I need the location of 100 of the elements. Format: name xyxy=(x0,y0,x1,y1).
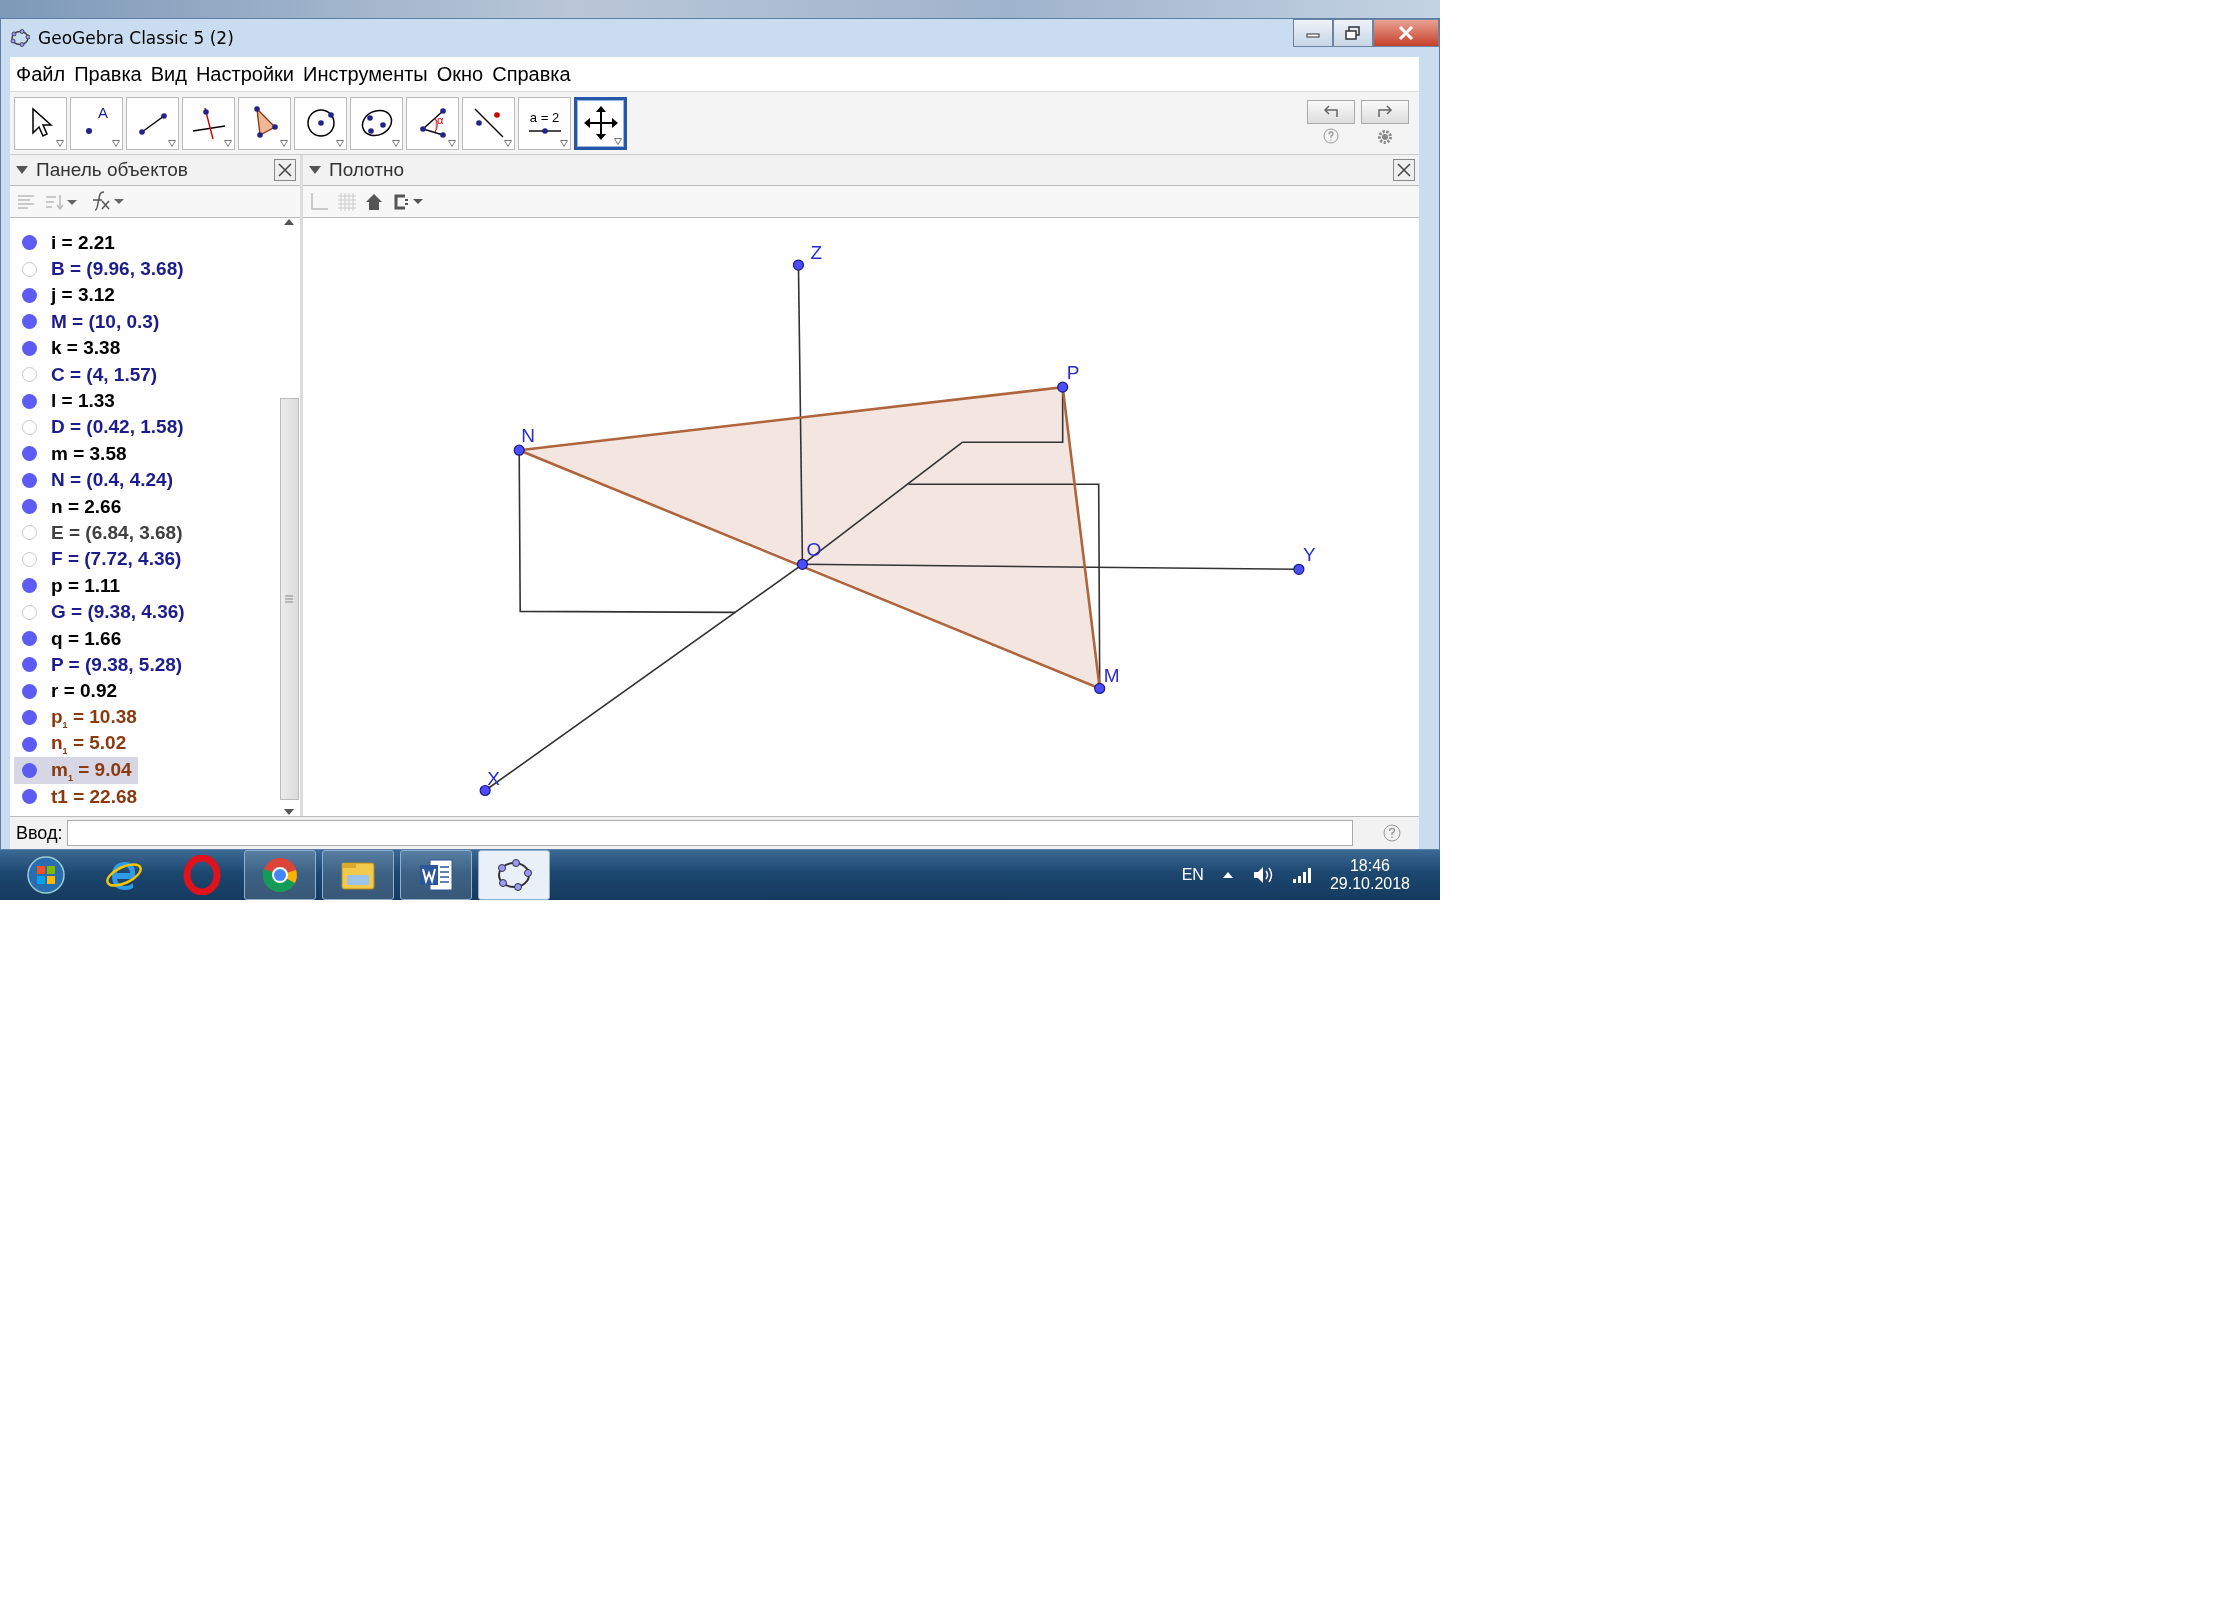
show-hidden-icons-icon[interactable] xyxy=(1221,871,1234,879)
menu-item[interactable]: Правка xyxy=(74,62,142,86)
point-marker[interactable] xyxy=(1094,683,1106,695)
clock-time[interactable]: 18:46 xyxy=(1349,857,1390,875)
visibility-dot[interactable] xyxy=(22,683,37,699)
object-row[interactable]: t1 = 22.68 xyxy=(14,783,144,811)
visibility-dot[interactable] xyxy=(22,472,37,488)
circle-tool-button[interactable] xyxy=(294,96,347,150)
language-indicator[interactable]: EN xyxy=(1181,866,1204,884)
taskbar-app-button[interactable] xyxy=(478,850,550,900)
point-marker[interactable] xyxy=(513,445,525,457)
visibility-dot[interactable] xyxy=(22,657,37,673)
menu-item[interactable]: Файл xyxy=(16,62,66,86)
menu-item[interactable]: Инструменты xyxy=(303,62,428,86)
undo-button[interactable] xyxy=(1307,100,1355,125)
point-marker[interactable] xyxy=(792,259,805,272)
visibility-dot[interactable] xyxy=(22,736,37,752)
object-row[interactable]: p$_{1}$ = 10.38 xyxy=(14,704,143,731)
dropdown-triangle-icon xyxy=(560,139,568,147)
taskbar-app-button[interactable] xyxy=(400,850,472,900)
visibility-dot[interactable] xyxy=(22,525,37,541)
angle-tool-button[interactable]: α xyxy=(406,96,459,150)
perpendicular-tool-button[interactable] xyxy=(182,96,235,150)
visibility-dot[interactable] xyxy=(22,631,37,646)
object-row[interactable]: l = 1.33 xyxy=(14,387,121,415)
object-row[interactable]: G = (9.38, 4.36) xyxy=(14,598,191,626)
maximize-button[interactable] xyxy=(1333,19,1373,48)
object-row[interactable]: C = (4, 1.57) xyxy=(14,361,164,388)
object-row[interactable]: r = 0.92 xyxy=(14,678,124,705)
object-row[interactable]: D = (0.42, 1.58) xyxy=(14,414,190,441)
scroll-bar[interactable] xyxy=(278,218,300,816)
object-row[interactable]: m = 3.58 xyxy=(14,440,133,467)
object-row[interactable]: p = 1.11 xyxy=(14,572,127,599)
point-marker[interactable] xyxy=(796,559,809,571)
clock-date[interactable]: 29.10.2018 xyxy=(1329,875,1410,893)
object-row[interactable]: k = 3.38 xyxy=(14,335,127,362)
slider-tool-button[interactable]: a = 2 xyxy=(518,96,571,150)
visibility-dot[interactable] xyxy=(22,710,37,726)
object-row[interactable]: j = 3.12 xyxy=(14,282,121,309)
dropdown-triangle-icon xyxy=(112,139,120,147)
redo-button[interactable] xyxy=(1361,100,1409,125)
visibility-dot[interactable] xyxy=(22,367,37,383)
scroll-up-arrow-icon[interactable] xyxy=(283,218,295,227)
point-marker[interactable] xyxy=(479,785,491,797)
minimize-button[interactable] xyxy=(1293,19,1333,48)
visibility-dot[interactable] xyxy=(22,287,37,303)
visibility-dot[interactable] xyxy=(22,499,37,515)
visibility-dot[interactable] xyxy=(22,235,37,251)
move-tool-button[interactable] xyxy=(14,96,67,150)
collapse-triangle-icon[interactable] xyxy=(309,165,321,175)
menu-item[interactable]: Окно xyxy=(436,62,484,86)
pan-tool-button[interactable] xyxy=(574,96,627,150)
help-icon[interactable] xyxy=(1383,824,1401,842)
point-marker[interactable] xyxy=(1293,564,1305,576)
drawing-canvas[interactable]: Z N P O Y M X xyxy=(303,218,1419,816)
object-row[interactable]: P = (9.38, 5.28) xyxy=(14,651,189,679)
visibility-dot[interactable] xyxy=(22,261,37,277)
visibility-dot[interactable] xyxy=(22,419,37,435)
menu-item[interactable]: Вид xyxy=(150,62,187,86)
visibility-dot[interactable] xyxy=(22,340,37,356)
object-row[interactable]: q = 1.66 xyxy=(14,625,128,652)
visibility-dot[interactable] xyxy=(22,762,37,778)
object-row[interactable]: n$_{1}$ = 5.02 xyxy=(14,730,133,758)
reflect-tool-button[interactable] xyxy=(462,96,515,150)
signal-bars-icon[interactable] xyxy=(1291,866,1312,884)
object-row[interactable]: E = (6.84, 3.68) xyxy=(14,519,189,547)
visibility-dot[interactable] xyxy=(22,446,37,462)
object-row[interactable]: N = (0.4, 4.24) xyxy=(14,467,179,494)
close-button[interactable] xyxy=(1373,19,1439,48)
menu-item[interactable]: Настройки xyxy=(195,62,294,86)
settings-icon[interactable] xyxy=(1376,128,1394,147)
close-icon xyxy=(1396,162,1412,179)
polygon-tool-button[interactable] xyxy=(238,96,291,150)
object-row[interactable]: M = (10, 0.3) xyxy=(14,308,166,336)
taskbar-app-button[interactable] xyxy=(322,850,394,900)
object-row[interactable]: i = 2.21 xyxy=(14,229,121,256)
collapse-triangle-icon[interactable] xyxy=(16,165,28,175)
conic-tool-button[interactable] xyxy=(350,96,403,150)
visibility-dot[interactable] xyxy=(22,314,37,330)
input-field[interactable] xyxy=(66,820,1353,846)
object-row[interactable]: B = (9.96, 3.68) xyxy=(14,255,190,283)
visibility-dot[interactable] xyxy=(22,393,37,409)
taskbar-app-button[interactable] xyxy=(244,850,316,900)
scroll-thumb[interactable] xyxy=(279,398,299,800)
segment-tool-button[interactable] xyxy=(126,96,179,150)
object-row[interactable]: n = 2.66 xyxy=(14,493,128,520)
visibility-dot[interactable] xyxy=(22,578,37,594)
scroll-down-arrow-icon[interactable] xyxy=(283,808,295,816)
menu-item[interactable]: Справка xyxy=(492,62,571,86)
visibility-dot[interactable] xyxy=(22,551,37,567)
object-row[interactable]: m$_{1}$ = 9.04 xyxy=(14,757,138,784)
panel-close-button[interactable] xyxy=(274,159,296,182)
visibility-dot[interactable] xyxy=(22,604,37,620)
object-row[interactable]: F = (7.72, 4.36) xyxy=(14,546,188,573)
panel-close-button[interactable] xyxy=(1393,159,1415,182)
visibility-dot[interactable] xyxy=(22,789,37,805)
point-marker[interactable] xyxy=(1057,382,1069,394)
point-tool-button[interactable]: A xyxy=(70,96,123,150)
speaker-icon[interactable] xyxy=(1251,865,1274,885)
home-icon[interactable] xyxy=(365,192,383,211)
